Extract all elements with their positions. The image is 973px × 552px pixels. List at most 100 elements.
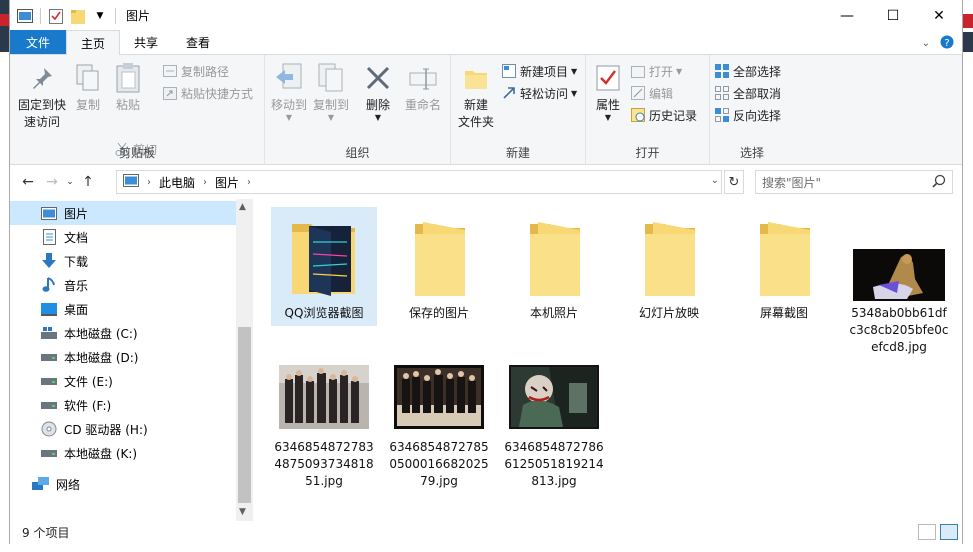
- properties-check-icon[interactable]: [47, 7, 65, 25]
- list-item[interactable]: 5348ab0bb61dfc3c8cb205bfe0cefcd8.jpg: [846, 207, 952, 360]
- minimize-button[interactable]: —: [824, 0, 870, 31]
- desktop-icon: [40, 301, 58, 317]
- copy-button[interactable]: 复制: [70, 61, 106, 114]
- nav-item-desktop[interactable]: 桌面: [10, 297, 236, 321]
- breadcrumb-this-pc[interactable]: 此电脑: [159, 174, 195, 191]
- nav-scrollbar[interactable]: ▲ ▼: [236, 199, 253, 521]
- clipboard-group-label: 剪贴板: [118, 146, 155, 160]
- list-item[interactable]: 本机照片: [501, 207, 607, 326]
- tab-view[interactable]: 查看: [172, 30, 224, 54]
- nav-item-drive-c[interactable]: 本地磁盘 (C:): [10, 321, 236, 345]
- large-icons-view-button[interactable]: [940, 524, 958, 540]
- list-item[interactable]: 保存的图片: [386, 207, 492, 326]
- invert-selection-button[interactable]: 反向选择: [714, 105, 781, 125]
- image-thumbnail: [271, 357, 377, 437]
- list-item[interactable]: 63468548727834875093734818 51.jpg: [271, 357, 377, 494]
- nav-item-drive-e[interactable]: 文件 (E:): [10, 369, 236, 393]
- nav-item-drive-f[interactable]: 软件 (F:): [10, 393, 236, 417]
- search-input[interactable]: 搜索"图片": [755, 170, 953, 194]
- new-folder-qat-icon[interactable]: [69, 7, 87, 25]
- scroll-up-icon[interactable]: ▲: [239, 202, 246, 212]
- list-item[interactable]: 幻灯片放映: [616, 207, 722, 326]
- address-dropdown-icon[interactable]: ⌄: [711, 175, 719, 186]
- select-group-label: 选择: [739, 146, 764, 160]
- file-name: QQ浏览器截图: [284, 306, 364, 320]
- rename-button[interactable]: 重命名: [401, 61, 445, 114]
- breadcrumb-pictures[interactable]: 图片: [215, 174, 239, 191]
- window-icon[interactable]: [16, 7, 34, 25]
- breadcrumb-separator-icon[interactable]: ›: [247, 177, 251, 188]
- paste-icon: [111, 61, 145, 95]
- file-name: 63468548727866125051819214 813.jpg: [504, 440, 604, 488]
- maximize-button[interactable]: ☐: [870, 0, 916, 31]
- pictures-icon: [40, 205, 58, 221]
- refresh-button[interactable]: ↻: [724, 170, 744, 194]
- forward-button[interactable]: →: [40, 170, 64, 194]
- paste-button[interactable]: 粘贴: [110, 61, 146, 114]
- organize-group-label: 组织: [345, 146, 370, 160]
- tab-home[interactable]: 主页: [66, 30, 121, 55]
- new-folder-button[interactable]: 新建 文件夹: [455, 61, 497, 131]
- nav-item-downloads[interactable]: 下载: [10, 249, 236, 273]
- list-item[interactable]: 63468548727850500016682025 79.jpg: [386, 357, 492, 494]
- copy-icon: [71, 61, 105, 95]
- paste-shortcut-button[interactable]: 粘贴快捷方式: [162, 83, 253, 103]
- nav-item-pictures[interactable]: 图片: [10, 201, 236, 225]
- copy-path-button[interactable]: 复制路径: [162, 61, 229, 81]
- tab-share[interactable]: 共享: [120, 30, 172, 54]
- qat-dropdown-icon[interactable]: ▼: [91, 7, 109, 25]
- delete-x-icon: [361, 61, 395, 95]
- title-bar: ▼ 图片 — ☐ ✕: [10, 0, 962, 31]
- back-button[interactable]: ←: [16, 170, 40, 194]
- ribbon: 固定到快 速访问 复制 粘贴 复制路径 粘贴快捷方式 剪切 剪贴板 移动到 ▼ …: [10, 55, 962, 165]
- nav-item-drive-k[interactable]: 本地磁盘 (K:): [10, 441, 236, 465]
- details-view-button[interactable]: [918, 524, 936, 540]
- address-row: ← → ⌄ ↑ › 此电脑 › 图片 › ⌄ ↻ 搜索"图片": [10, 165, 962, 199]
- navigation-pane: 图片 文档 下载 音乐 桌面 本地磁盘 (C:) 本地磁盘 (D:) 文件 (E…: [10, 199, 254, 521]
- recent-locations-icon[interactable]: ⌄: [64, 170, 76, 194]
- nav-item-network[interactable]: 网络: [10, 472, 236, 496]
- file-name: 本机照片: [529, 306, 578, 320]
- nav-item-drive-d[interactable]: 本地磁盘 (D:): [10, 345, 236, 369]
- collapse-ribbon-icon[interactable]: ⌄: [922, 38, 930, 49]
- move-to-button[interactable]: 移动到 ▼: [269, 61, 309, 122]
- list-item[interactable]: 屏幕截图: [731, 207, 837, 326]
- up-button[interactable]: ↑: [76, 170, 100, 194]
- edit-button[interactable]: 编辑: [630, 83, 673, 103]
- search-icon[interactable]: [932, 174, 946, 191]
- pictures-location-icon: [123, 174, 139, 190]
- breadcrumb-separator-icon[interactable]: ›: [203, 177, 207, 188]
- pin-quick-access-button[interactable]: 固定到快 速访问: [16, 61, 68, 131]
- nav-item-music[interactable]: 音乐: [10, 273, 236, 297]
- help-icon[interactable]: ?: [940, 35, 954, 52]
- tab-file[interactable]: 文件: [10, 30, 66, 54]
- new-item-icon: [501, 63, 517, 79]
- address-bar[interactable]: › 此电脑 › 图片 › ⌄: [116, 170, 722, 194]
- background-right-strip: [963, 0, 973, 552]
- list-item[interactable]: QQ浏览器截图: [271, 207, 377, 326]
- edit-icon: [630, 85, 646, 101]
- file-name: 保存的图片: [408, 306, 469, 320]
- breadcrumb-separator-icon[interactable]: ›: [147, 177, 151, 188]
- properties-button[interactable]: 属性 ▼: [590, 61, 626, 122]
- history-button[interactable]: 历史记录: [630, 105, 697, 125]
- new-item-button[interactable]: 新建项目 ▼: [501, 61, 577, 81]
- delete-button[interactable]: 删除 ▼: [361, 61, 395, 122]
- open-button[interactable]: 打开 ▼: [630, 61, 682, 81]
- svg-text:?: ?: [944, 38, 949, 49]
- nav-item-documents[interactable]: 文档: [10, 225, 236, 249]
- list-item[interactable]: 63468548727866125051819214 813.jpg: [501, 357, 607, 494]
- select-all-button[interactable]: 全部选择: [714, 61, 781, 81]
- file-name: 屏幕截图: [759, 306, 808, 320]
- new-group: 新建 文件夹 新建项目 ▼ 轻松访问 ▼ 新建: [451, 55, 586, 165]
- search-placeholder: 搜索"图片": [762, 175, 822, 190]
- scroll-down-icon[interactable]: ▼: [239, 507, 246, 517]
- copy-to-button[interactable]: 复制到 ▼: [311, 61, 351, 122]
- select-none-icon: [714, 85, 730, 101]
- close-button[interactable]: ✕: [916, 0, 962, 31]
- nav-scrollbar-thumb[interactable]: [238, 327, 251, 503]
- nav-item-cd-drive-h[interactable]: CD 驱动器 (H:): [10, 417, 236, 441]
- easy-access-button[interactable]: 轻松访问 ▼: [501, 83, 577, 103]
- folder-icon: [501, 207, 607, 303]
- select-none-button[interactable]: 全部取消: [714, 83, 781, 103]
